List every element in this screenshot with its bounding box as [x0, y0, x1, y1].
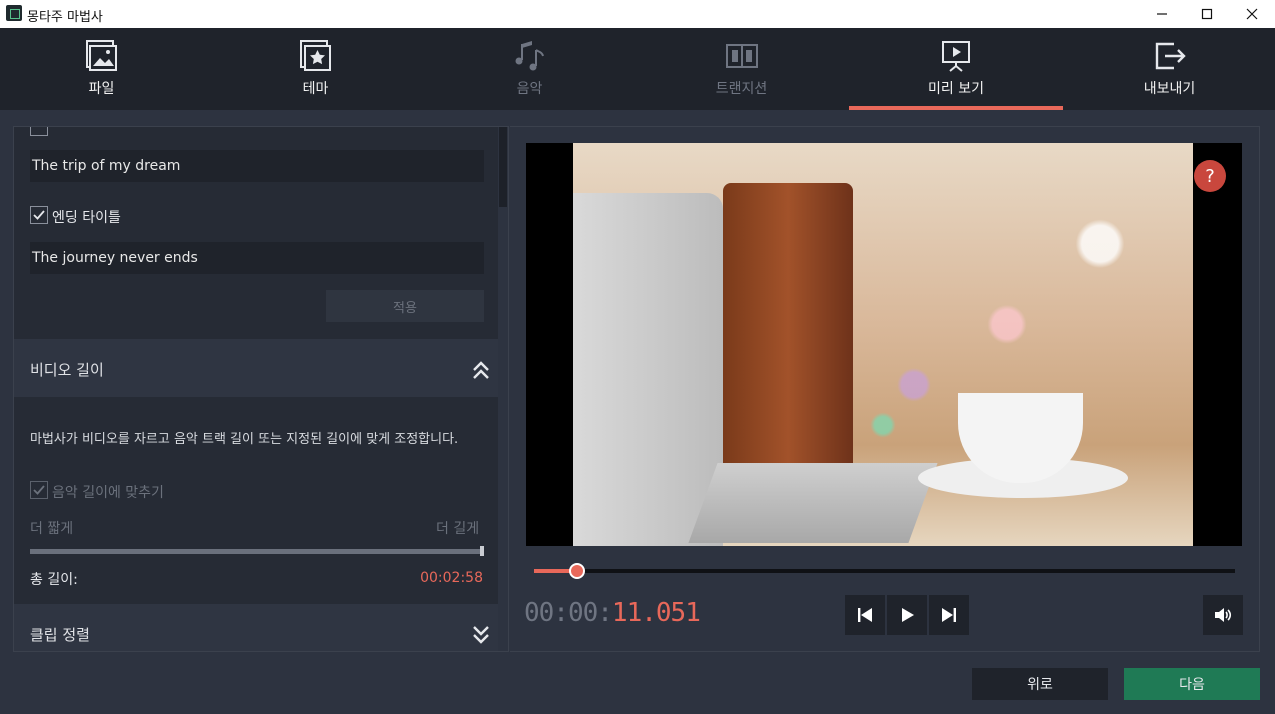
- play-button[interactable]: [887, 595, 927, 635]
- video-length-description: 마법사가 비디오를 자르고 음악 트랙 길이 또는 지정된 길이에 맞게 조정합…: [30, 432, 459, 447]
- fit-music-checkbox[interactable]: [30, 481, 48, 499]
- timecode-elapsed-prefix: 00:00:: [524, 598, 613, 628]
- skip-back-icon: [858, 608, 872, 622]
- skip-forward-button[interactable]: [929, 595, 969, 635]
- timecode-seconds: 11.051: [611, 598, 701, 628]
- maximize-button[interactable]: [1184, 0, 1230, 28]
- tab-music[interactable]: 음악: [428, 28, 631, 110]
- bag-shape: [723, 183, 853, 483]
- back-button[interactable]: 위로: [972, 668, 1108, 700]
- tab-label: 미리 보기: [928, 81, 984, 97]
- tab-files[interactable]: 파일: [0, 28, 203, 110]
- close-button[interactable]: [1229, 0, 1275, 28]
- section-title: 비디오 길이: [30, 361, 104, 379]
- scrollbar[interactable]: [498, 127, 508, 651]
- music-note-icon: [515, 41, 544, 71]
- video-preview[interactable]: [526, 143, 1242, 546]
- longer-label: 더 길게: [436, 521, 480, 537]
- tab-label: 트랜지션: [715, 81, 768, 97]
- app-icon: [6, 5, 22, 21]
- help-button[interactable]: ?: [1194, 160, 1226, 192]
- timecode: 00:00:11.051: [524, 598, 701, 628]
- star-frame-icon: [299, 40, 331, 71]
- next-button[interactable]: 다음: [1124, 668, 1260, 700]
- play-icon: [902, 608, 914, 622]
- tab-export[interactable]: 내보내기: [1068, 28, 1271, 110]
- seek-bar[interactable]: [534, 563, 1235, 579]
- wizard-toolbar: 파일 테마 음악 트랜지션 미리 보기 내보내기: [0, 28, 1275, 110]
- preview-frame-image: [573, 143, 1193, 546]
- length-slider[interactable]: [30, 546, 484, 556]
- tab-transitions[interactable]: 트랜지션: [640, 28, 843, 110]
- scrollbar-thumb[interactable]: [499, 127, 507, 207]
- check-icon: [33, 210, 45, 220]
- skip-forward-icon: [942, 608, 956, 622]
- double-chevron-up-icon: [473, 361, 489, 379]
- total-length-value: 00:02:58: [420, 570, 483, 586]
- laptop-shape: [573, 193, 723, 546]
- laptop-keyboard-shape: [688, 463, 938, 543]
- shorter-label: 더 짧게: [30, 521, 74, 537]
- section-title: 클립 정렬: [30, 626, 90, 644]
- maximize-icon: [1201, 8, 1213, 20]
- check-icon: [33, 485, 45, 495]
- transition-icon: [725, 44, 758, 68]
- active-tab-indicator: [849, 106, 1063, 110]
- film-image-icon: [85, 40, 117, 71]
- volume-button[interactable]: [1203, 595, 1243, 635]
- tab-preview[interactable]: 미리 보기: [849, 28, 1063, 110]
- tab-theme[interactable]: 테마: [214, 28, 417, 110]
- opening-title-input[interactable]: The trip of my dream: [30, 150, 484, 182]
- minimize-button[interactable]: [1139, 0, 1185, 28]
- ending-title-input[interactable]: The journey never ends: [30, 242, 484, 274]
- total-length-label: 총 길이:: [30, 572, 78, 588]
- video-length-header[interactable]: 비디오 길이: [14, 339, 500, 397]
- settings-panel: The trip of my dream 엔딩 타이틀 The journey …: [13, 126, 509, 652]
- tab-label: 파일: [88, 81, 115, 97]
- tab-label: 테마: [302, 81, 329, 97]
- window-title: 몽타주 마법사: [27, 10, 103, 25]
- fit-music-label: 음악 길이에 맞추기: [52, 485, 164, 501]
- opening-title-checkbox[interactable]: [30, 127, 48, 136]
- title-bar: 몽타주 마법사: [0, 0, 1275, 28]
- clip-sort-header[interactable]: 클립 정렬: [14, 604, 500, 651]
- ending-title-checkbox[interactable]: [30, 206, 48, 224]
- export-icon: [1155, 42, 1186, 70]
- presentation-play-icon: [942, 41, 970, 72]
- tab-label: 음악: [516, 81, 543, 97]
- tab-label: 내보내기: [1143, 81, 1196, 97]
- ending-title-label: 엔딩 타이틀: [52, 210, 121, 226]
- speaker-icon: [1215, 608, 1232, 622]
- seek-handle[interactable]: [568, 563, 585, 579]
- slider-handle[interactable]: [480, 546, 484, 556]
- skip-back-button[interactable]: [845, 595, 885, 635]
- apply-button[interactable]: 적용: [326, 290, 484, 322]
- close-icon: [1246, 8, 1258, 20]
- double-chevron-down-icon: [473, 626, 489, 644]
- minimize-icon: [1157, 13, 1167, 15]
